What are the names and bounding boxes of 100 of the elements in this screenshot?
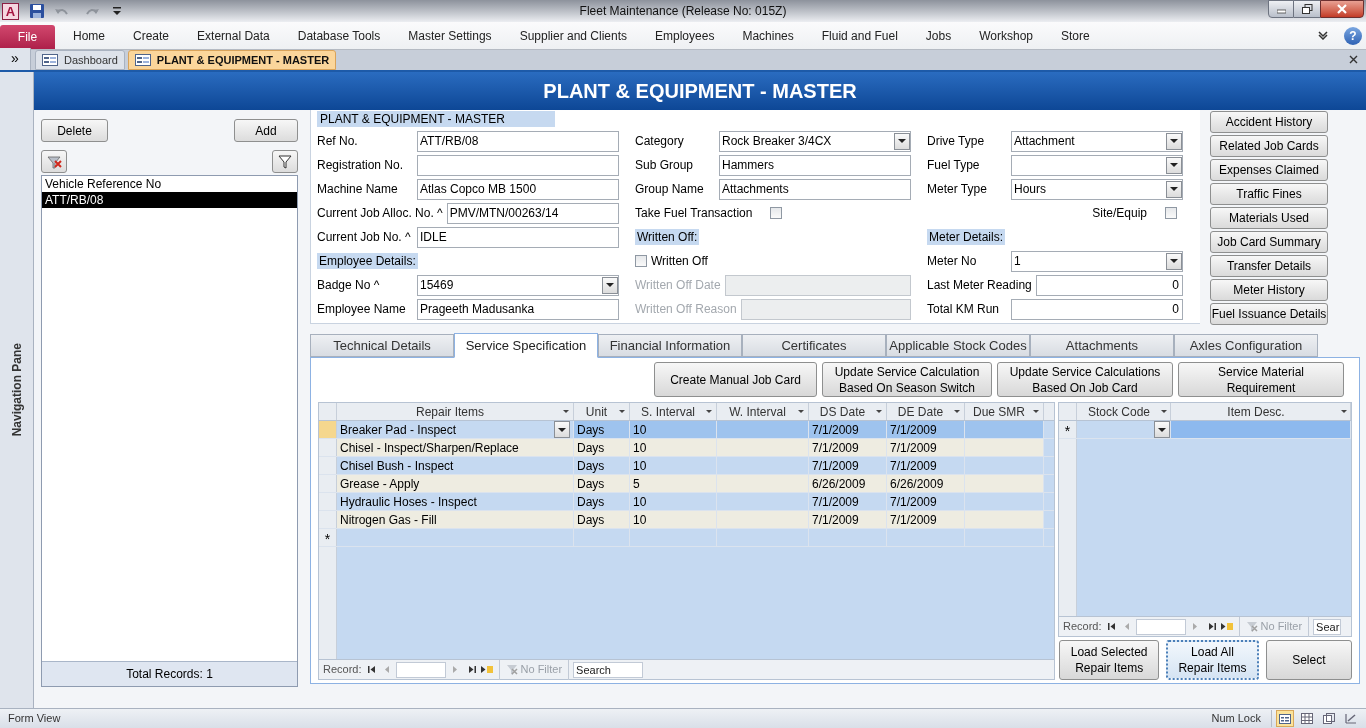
tab[interactable]: Certificates — [742, 334, 886, 357]
action-button[interactable]: Traffic Fines — [1210, 183, 1328, 205]
ribbon-tab[interactable]: External Data — [183, 26, 284, 45]
record-number-field[interactable] — [395, 661, 446, 678]
column-header[interactable]: Item Desc. — [1171, 403, 1351, 420]
action-button[interactable]: Expenses Claimed — [1210, 159, 1328, 181]
last-record-icon[interactable] — [1207, 622, 1216, 631]
ribbon-tab[interactable]: Master Settings — [394, 26, 506, 45]
file-tab[interactable]: File — [0, 25, 55, 49]
action-button[interactable]: Meter History — [1210, 279, 1328, 301]
ribbon-tab[interactable]: Database Tools — [283, 26, 395, 45]
close-button[interactable] — [1320, 0, 1364, 18]
first-record-icon[interactable] — [1107, 622, 1116, 631]
column-header[interactable]: DS Date — [809, 403, 887, 420]
tab[interactable]: Applicable Stock Codes — [886, 334, 1030, 357]
action-button[interactable]: Add — [234, 119, 298, 142]
save-icon[interactable] — [29, 3, 45, 19]
text-field[interactable]: Attachments — [719, 178, 911, 200]
ribbon-tab[interactable]: Supplier and Clients — [505, 26, 642, 45]
checkbox[interactable] — [1165, 207, 1177, 219]
dropdown-button[interactable] — [1166, 252, 1182, 270]
tab[interactable]: Attachments — [1030, 334, 1174, 357]
ribbon-tab[interactable]: Home — [59, 26, 119, 45]
text-field[interactable] — [417, 154, 619, 176]
form-view-button[interactable] — [1276, 710, 1294, 727]
tab[interactable]: Axles Configuration — [1174, 334, 1318, 357]
action-button[interactable]: Materials Used — [1210, 207, 1328, 229]
search-field[interactable]: Sear — [1313, 618, 1342, 635]
dropdown-button[interactable] — [1166, 132, 1182, 150]
column-header[interactable]: S. Interval — [630, 403, 717, 420]
close-icon[interactable] — [1349, 55, 1358, 64]
dropdown-button[interactable] — [894, 132, 910, 150]
navigation-pane[interactable]: Navigation Pane — [0, 72, 34, 708]
clear-filter-button[interactable] — [41, 150, 67, 173]
search-field[interactable]: Search — [573, 661, 644, 678]
combo-box[interactable]: 1 — [1011, 250, 1183, 272]
first-record-icon[interactable] — [367, 665, 376, 674]
filter-button[interactable] — [272, 150, 298, 173]
action-button[interactable]: Service Material Requirement — [1178, 362, 1344, 397]
column-header[interactable]: DE Date — [887, 403, 965, 420]
text-field[interactable]: 0 — [1035, 274, 1183, 296]
layout-view-icon[interactable] — [1323, 713, 1335, 724]
record-number-field[interactable] — [1135, 618, 1186, 635]
minimize-button[interactable] — [1268, 0, 1294, 18]
checkbox[interactable] — [635, 255, 647, 267]
last-record-icon[interactable] — [467, 665, 476, 674]
text-field[interactable]: IDLE — [417, 226, 619, 248]
ribbon-tab[interactable]: Workshop — [965, 26, 1047, 45]
text-field[interactable]: Prageeth Madusanka — [417, 298, 619, 320]
dropdown-button[interactable] — [1154, 421, 1170, 438]
dropdown-button[interactable] — [554, 421, 570, 438]
ribbon-tab[interactable]: Create — [119, 26, 184, 45]
combo-box[interactable]: Hours — [1011, 178, 1183, 200]
ribbon-tab[interactable]: Store — [1047, 26, 1104, 45]
document-tab[interactable]: PLANT & EQUIPMENT - MASTER — [127, 50, 337, 70]
dropdown-button[interactable] — [1166, 156, 1182, 174]
navigation-pane-toggle[interactable]: » — [0, 48, 31, 70]
action-button[interactable]: Create Manual Job Card — [654, 362, 817, 397]
action-button[interactable]: Job Card Summary — [1210, 231, 1328, 253]
column-header[interactable]: W. Interval — [717, 403, 809, 420]
action-button[interactable]: Delete — [41, 119, 108, 142]
new-record-icon[interactable] — [479, 665, 493, 674]
action-button[interactable]: Load All Repair Items — [1166, 640, 1259, 680]
ribbon-tab[interactable]: Machines — [728, 26, 808, 45]
combo-box[interactable]: Attachment — [1011, 130, 1183, 152]
datasheet-view-icon[interactable] — [1301, 713, 1313, 724]
text-field[interactable]: PMV/MTN/00263/14 — [446, 202, 619, 224]
dropdown-button[interactable] — [602, 276, 618, 294]
action-button[interactable]: Update Service Calculations Based On Job Card — [997, 362, 1173, 397]
restore-button[interactable] — [1294, 0, 1320, 18]
action-button[interactable]: Transfer Details — [1210, 255, 1328, 277]
action-button[interactable]: Select — [1265, 640, 1352, 680]
checkbox[interactable] — [770, 207, 783, 219]
column-header[interactable]: Unit — [574, 403, 630, 420]
tab[interactable]: Service Specification — [454, 333, 598, 358]
action-button[interactable]: Update Service Calculation Based On Season Switch — [822, 362, 992, 397]
tab[interactable]: Financial Information — [598, 334, 742, 357]
column-header[interactable]: Repair Items — [337, 403, 574, 420]
column-header[interactable]: Stock Code — [1077, 403, 1171, 420]
tab[interactable]: Technical Details — [310, 334, 454, 357]
ribbon-minimize-icon[interactable] — [1318, 31, 1328, 40]
combo-box[interactable]: 15469 — [417, 274, 619, 296]
ribbon-tab[interactable]: Jobs — [911, 26, 966, 45]
text-field[interactable]: ATT/RB/08 — [417, 130, 619, 152]
ribbon-tab[interactable]: Fluid and Fuel — [807, 26, 912, 45]
text-field[interactable]: Hammers — [719, 154, 911, 176]
action-button[interactable]: Fuel Issuance Details — [1210, 303, 1328, 325]
new-record-icon[interactable] — [1219, 622, 1233, 631]
text-field[interactable]: Atlas Copco MB 1500 — [417, 178, 619, 200]
action-button[interactable]: Accident History — [1210, 111, 1328, 133]
dropdown-button[interactable] — [1166, 180, 1182, 198]
ribbon-tab[interactable]: Employees — [641, 26, 729, 45]
column-header[interactable]: Due SMR — [965, 403, 1044, 420]
action-button[interactable]: Related Job Cards — [1210, 135, 1328, 157]
document-tab[interactable]: Dashboard — [35, 50, 125, 70]
action-button[interactable]: Load Selected Repair Items — [1059, 640, 1160, 680]
list-item[interactable]: ATT/RB/08 — [42, 192, 297, 208]
text-field[interactable]: 0 — [1011, 298, 1183, 320]
design-view-icon[interactable] — [1345, 713, 1357, 724]
combo-box[interactable]: Rock Breaker 3/4CX — [719, 130, 911, 152]
